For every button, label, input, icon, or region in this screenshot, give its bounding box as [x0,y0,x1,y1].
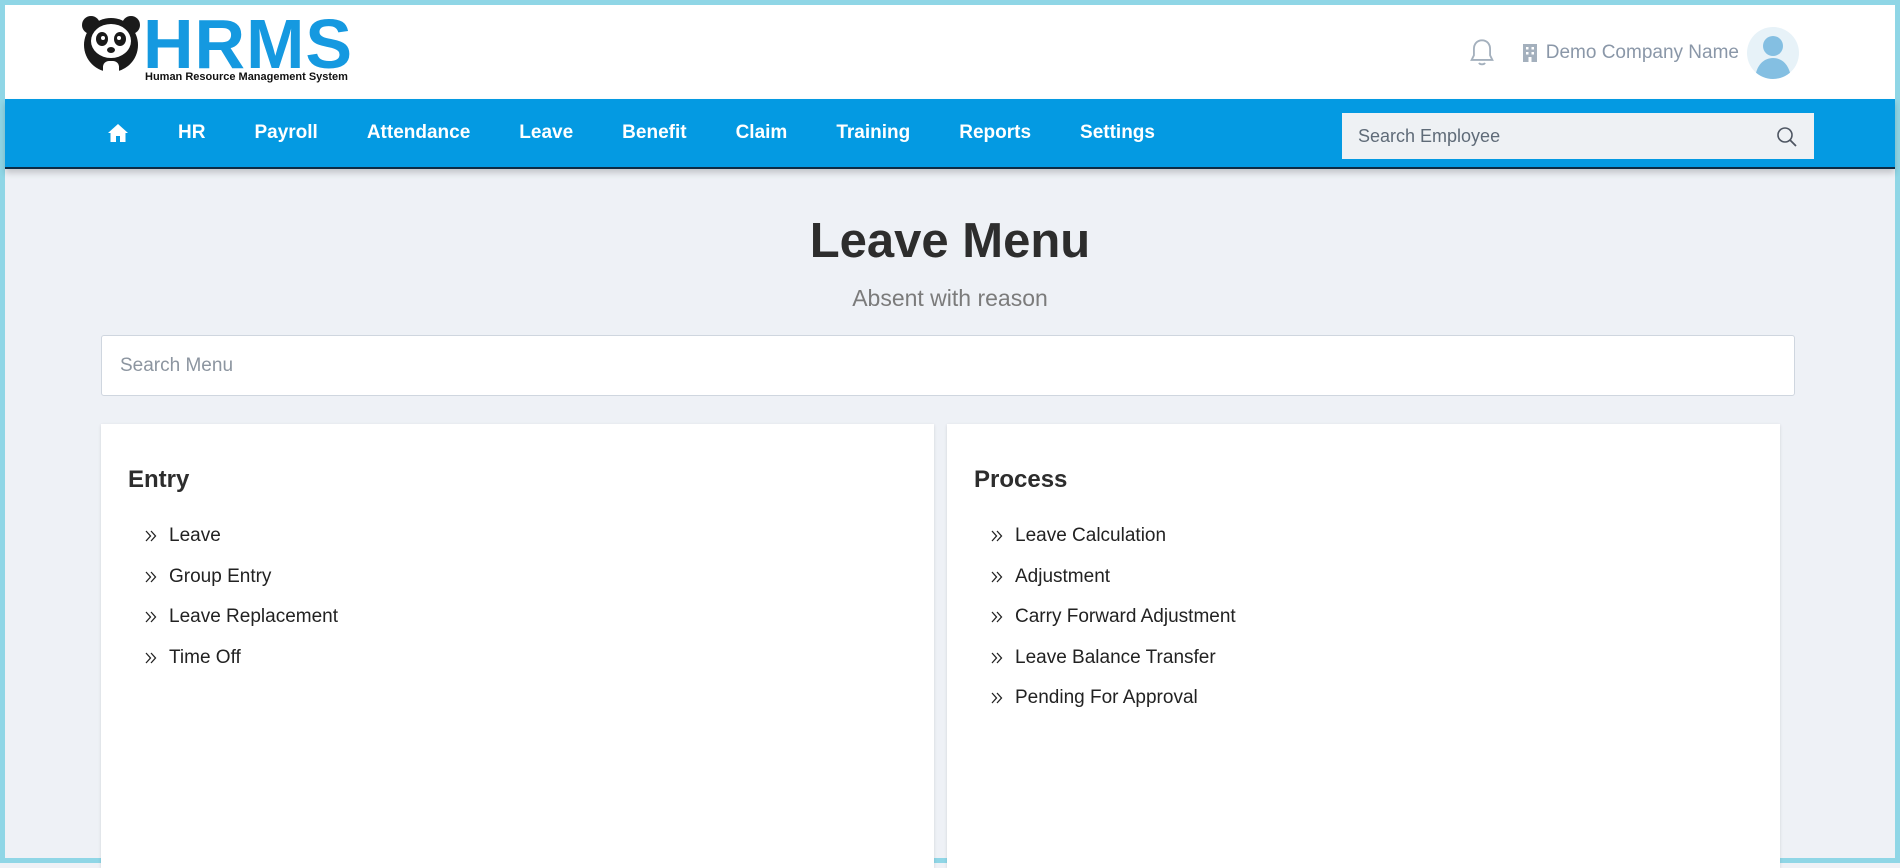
entry-item-label: Group Entry [169,565,272,587]
header-right: Demo Company Name [1468,25,1799,81]
double-chevron-right-icon [145,611,157,623]
double-chevron-right-icon [991,652,1003,664]
entry-item-time-off[interactable]: Time Off [145,638,338,679]
entry-list: Leave Group Entry Leave Replacement Time… [145,516,338,678]
process-item-label: Adjustment [1015,565,1111,587]
entry-item-label: Leave Replacement [169,606,338,628]
process-list: Leave Calculation Adjustment Carry Forwa… [991,516,1236,719]
logo-tagline: Human Resource Management System [145,71,348,83]
process-heading: Process [974,466,1068,493]
nav-menu: HR Payroll Attendance Leave Benefit Clai… [107,99,1204,167]
logo-wordmark: HRMS [143,5,354,83]
employee-search [1342,113,1814,159]
nav-claim[interactable]: Claim [736,122,788,144]
double-chevron-right-icon [991,530,1003,542]
notification-bell-icon[interactable] [1468,38,1496,68]
process-item-leave-balance-transfer[interactable]: Leave Balance Transfer [991,638,1236,679]
nav-settings[interactable]: Settings [1080,122,1155,144]
page-subtitle: Absent with reason [852,285,1048,311]
entry-item-label: Time Off [169,646,241,668]
menu-search-input[interactable] [102,336,1794,395]
company-name[interactable]: Demo Company Name [1546,42,1739,64]
nav-leave[interactable]: Leave [519,122,573,144]
user-avatar[interactable] [1747,27,1799,79]
double-chevron-right-icon [991,692,1003,704]
process-item-label: Pending For Approval [1015,687,1198,709]
process-item-label: Leave Calculation [1015,525,1167,547]
entry-heading: Entry [128,466,190,493]
double-chevron-right-icon [145,571,157,583]
nav-payroll[interactable]: Payroll [254,122,317,144]
building-icon [1522,44,1537,62]
double-chevron-right-icon [145,530,157,542]
employee-search-input[interactable] [1342,113,1794,159]
user-avatar-icon [1755,36,1791,79]
process-item-carry-forward-adjustment[interactable]: Carry Forward Adjustment [991,597,1236,638]
process-card: Process Leave Calculation Adjustment Car… [947,424,1780,868]
process-item-pending-for-approval[interactable]: Pending For Approval [991,678,1236,719]
home-icon[interactable] [107,123,129,143]
process-item-leave-calculation[interactable]: Leave Calculation [991,516,1236,557]
process-item-label: Carry Forward Adjustment [1015,606,1236,628]
entry-item-label: Leave [169,525,221,547]
nav-attendance[interactable]: Attendance [367,122,470,144]
hrms-logo[interactable]: HRMS Human Resource Management System [81,5,361,87]
entry-item-group-entry[interactable]: Group Entry [145,557,338,598]
menu-search [101,335,1795,396]
process-item-adjustment[interactable]: Adjustment [991,557,1236,598]
top-header: HRMS Human Resource Management System De… [5,5,1895,99]
nav-training[interactable]: Training [836,122,910,144]
page-title: Leave Menu [809,214,1091,268]
nav-hr[interactable]: HR [178,122,205,144]
nav-reports[interactable]: Reports [959,122,1031,144]
entry-item-leave[interactable]: Leave [145,516,338,557]
double-chevron-right-icon [991,571,1003,583]
main-navbar: HR Payroll Attendance Leave Benefit Clai… [5,99,1895,169]
panda-logo-icon [82,16,140,77]
entry-card: Entry Leave Group Entry Leave Replacemen… [101,424,934,868]
double-chevron-right-icon [991,611,1003,623]
search-icon[interactable] [1776,126,1798,148]
entry-item-leave-replacement[interactable]: Leave Replacement [145,597,338,638]
double-chevron-right-icon [145,652,157,664]
process-item-label: Leave Balance Transfer [1015,646,1216,668]
nav-benefit[interactable]: Benefit [622,122,686,144]
